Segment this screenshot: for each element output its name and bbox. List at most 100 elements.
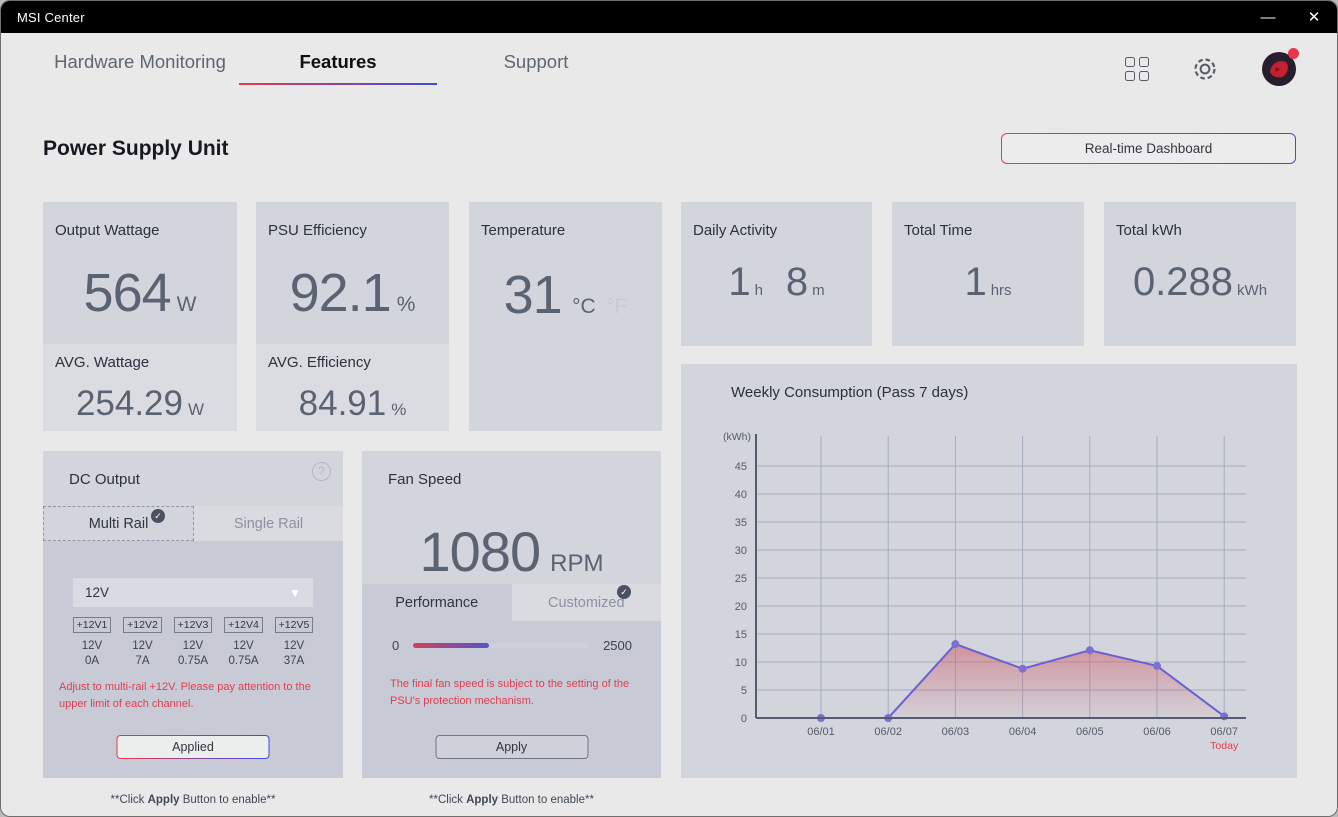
psu-efficiency-unit: %: [396, 293, 416, 316]
temperature-card: Temperature 31 °C °F: [469, 202, 662, 431]
fan-speed-warning: The final fan speed is subject to the se…: [390, 678, 630, 708]
total-time-value: 1: [964, 260, 987, 304]
rail-current: 37A: [283, 655, 305, 667]
svg-text:Today: Today: [1210, 740, 1239, 752]
rail-current: 0.75A: [228, 655, 259, 667]
active-tab-underline: [239, 83, 437, 85]
chevron-down-icon: ▼: [289, 585, 301, 600]
weekly-consumption-chart: 0 5 10 15 20 25 30 35 40 45 06/01 06/02 06/03 06/04 06…: [723, 431, 1246, 752]
rail-button-12v4[interactable]: +12V4: [224, 617, 263, 633]
card-label: Daily Activity: [693, 222, 778, 239]
help-icon[interactable]: ?: [312, 462, 331, 481]
total-kwh-value: 0.288: [1132, 260, 1234, 304]
notification-dot: [1288, 48, 1299, 59]
svg-text:06/05: 06/05: [1076, 726, 1104, 738]
rail-voltage: 12V: [283, 640, 305, 652]
close-button[interactable]: ✕: [1291, 1, 1337, 33]
svg-text:25: 25: [735, 573, 747, 585]
footnote-text: **Click: [429, 794, 467, 806]
fan-speed-settings: 0 2500 The final fan speed is subject to…: [362, 621, 661, 778]
celsius-toggle[interactable]: °C: [572, 295, 596, 318]
total-time-card: Total Time 1 hrs: [892, 202, 1084, 346]
tab-customized[interactable]: Customized ✓: [511, 584, 661, 621]
tab-single-rail[interactable]: Single Rail: [194, 506, 343, 541]
tab-hardware-monitoring[interactable]: Hardware Monitoring: [41, 45, 239, 85]
tab-label: Single Rail: [233, 515, 304, 532]
realtime-dashboard-button[interactable]: Real-time Dashboard: [1001, 133, 1296, 164]
fan-slider-fill: [413, 643, 490, 648]
total-time-unit: hrs: [990, 282, 1012, 299]
main-nav: Hardware Monitoring Features Support: [41, 45, 635, 85]
fan-speed-slider[interactable]: [413, 643, 590, 648]
temperature-value: 31: [503, 265, 563, 325]
output-wattage-unit: W: [176, 293, 197, 316]
svg-text:06/04: 06/04: [1009, 726, 1037, 738]
fan-speed-value: 1080: [419, 520, 542, 583]
card-label: Temperature: [481, 222, 566, 239]
tab-multi-rail[interactable]: Multi Rail ✓: [43, 506, 194, 541]
minutes-unit: m: [812, 282, 825, 299]
svg-text:40: 40: [735, 489, 747, 501]
tab-features[interactable]: Features: [239, 45, 437, 85]
svg-text:15: 15: [735, 629, 747, 641]
psu-efficiency-value: 92.1: [289, 263, 392, 323]
tab-label: Customized: [547, 594, 625, 611]
rail-current: 0.75A: [177, 655, 209, 667]
avg-wattage-section: AVG. Wattage 254.29 W: [43, 344, 237, 431]
svg-text:06/03: 06/03: [942, 726, 970, 738]
rail-button-12v2[interactable]: +12V2: [123, 617, 162, 633]
check-icon: ✓: [151, 509, 165, 523]
card-label: AVG. Wattage: [55, 354, 150, 371]
output-wattage-value: 564: [83, 263, 172, 323]
dashboard-grid-icon[interactable]: [1125, 57, 1149, 81]
svg-text:06/01: 06/01: [807, 726, 835, 738]
rail-button-12v5[interactable]: +12V5: [274, 617, 314, 633]
footnote-text: Button to enable**: [179, 794, 276, 806]
dc-output-card: DC Output ? Multi Rail ✓ Single Rail 12V…: [43, 451, 343, 778]
tab-label: Hardware Monitoring: [54, 51, 226, 72]
dropdown-value: 12V: [85, 585, 110, 600]
fahrenheit-toggle[interactable]: °F: [606, 295, 627, 318]
psu-efficiency-card: PSU Efficiency 92.1% AVG. Efficiency 84.…: [256, 202, 449, 431]
minimize-button[interactable]: —: [1245, 1, 1291, 33]
slider-min-label: 0: [392, 638, 400, 653]
tab-performance[interactable]: Performance: [362, 584, 512, 621]
card-label: Total kWh: [1116, 222, 1182, 239]
avg-wattage-value: 254.29: [75, 384, 183, 423]
svg-text:45: 45: [735, 461, 747, 473]
rail-voltage: 12V: [132, 640, 153, 652]
rail-current: 7A: [135, 655, 150, 667]
avg-efficiency-value: 84.91: [298, 384, 387, 423]
total-kwh-card: Total kWh 0.288 kWh: [1104, 202, 1296, 346]
dc-output-warning: Adjust to multi-rail +12V. Please pay at…: [59, 681, 311, 711]
svg-text:35: 35: [735, 517, 747, 529]
card-label: PSU Efficiency: [268, 222, 367, 239]
daily-activity-minutes: 8: [785, 260, 809, 304]
app-title: MSI Center: [17, 9, 85, 25]
gear-icon[interactable]: [1191, 55, 1219, 83]
svg-text:06/06: 06/06: [1143, 726, 1171, 738]
rail-voltage: 12V: [182, 640, 204, 652]
card-label: AVG. Efficiency: [268, 354, 371, 371]
svg-text:0: 0: [741, 713, 747, 725]
rail-voltage: 12V: [233, 640, 254, 652]
fan-speed-unit: RPM: [550, 550, 604, 577]
check-icon: ✓: [617, 585, 631, 599]
tab-label: Performance: [395, 594, 479, 611]
fan-footnote: **Click Apply Button to enable**: [362, 794, 661, 806]
fan-apply-button[interactable]: Apply: [435, 735, 588, 759]
footnote-text: Button to enable**: [498, 794, 594, 806]
dc-applied-button[interactable]: Applied: [117, 735, 270, 759]
svg-text:5: 5: [741, 685, 747, 697]
user-avatar[interactable]: [1261, 48, 1299, 87]
rail-button-12v3[interactable]: +12V3: [173, 617, 213, 633]
svg-text:30: 30: [735, 545, 747, 557]
rail-button-12v1[interactable]: +12V1: [72, 617, 112, 633]
daily-activity-hours: 1: [728, 260, 751, 304]
tab-support[interactable]: Support: [437, 45, 635, 85]
rail-voltage-dropdown[interactable]: 12V ▼: [73, 578, 313, 607]
total-kwh-unit: kWh: [1237, 282, 1268, 299]
card-label: Output Wattage: [55, 222, 160, 239]
svg-text:06/02: 06/02: [874, 726, 902, 738]
footnote-text: **Click: [110, 794, 148, 806]
